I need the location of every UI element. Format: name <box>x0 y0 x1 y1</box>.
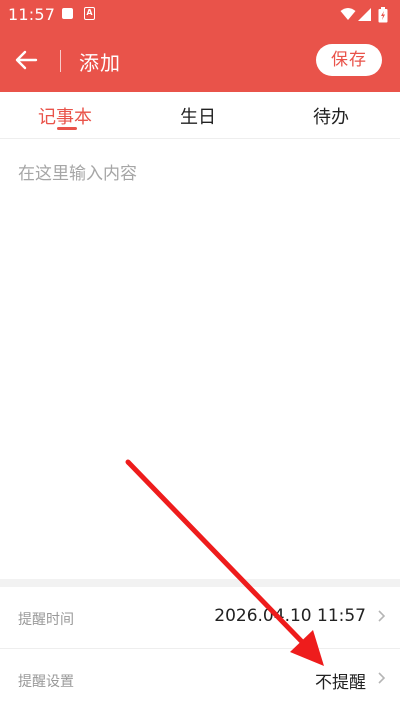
tab-birthday[interactable]: 生日 <box>180 103 216 129</box>
status-bar: 11:57 A <box>0 0 400 30</box>
page-title: 添加 <box>79 51 121 75</box>
reminder-time-row[interactable]: 提醒时间 2026.04.10 11:57 <box>0 587 400 649</box>
notification-icon <box>62 8 73 19</box>
wifi-icon <box>340 8 356 20</box>
chevron-right-icon <box>378 610 386 622</box>
reminder-setting-label: 提醒设置 <box>18 674 74 690</box>
tab-notebook[interactable]: 记事本 <box>38 103 92 129</box>
reminder-time-value: 2026.04.10 11:57 <box>214 606 366 626</box>
app-notification-icon: A <box>84 7 95 20</box>
status-indicators <box>340 6 392 24</box>
save-button[interactable]: 保存 <box>316 44 382 76</box>
chevron-right-icon <box>378 672 386 684</box>
signal-icon <box>358 8 371 21</box>
tab-todo[interactable]: 待办 <box>313 103 349 129</box>
app-bar: 添加 保存 <box>0 30 400 92</box>
section-divider <box>0 579 400 587</box>
back-button[interactable] <box>12 46 44 76</box>
tab-indicator <box>57 127 77 130</box>
arrow-left-icon <box>15 50 38 70</box>
reminder-setting-value: 不提醒 <box>315 673 366 693</box>
status-time: 11:57 <box>8 5 56 24</box>
tab-bar: 记事本 生日 待办 <box>0 92 400 139</box>
reminder-setting-row[interactable]: 提醒设置 不提醒 <box>0 649 400 710</box>
reminder-time-label: 提醒时间 <box>18 612 74 628</box>
content-input[interactable] <box>0 139 400 579</box>
battery-icon <box>378 7 388 23</box>
header-divider <box>60 50 61 72</box>
